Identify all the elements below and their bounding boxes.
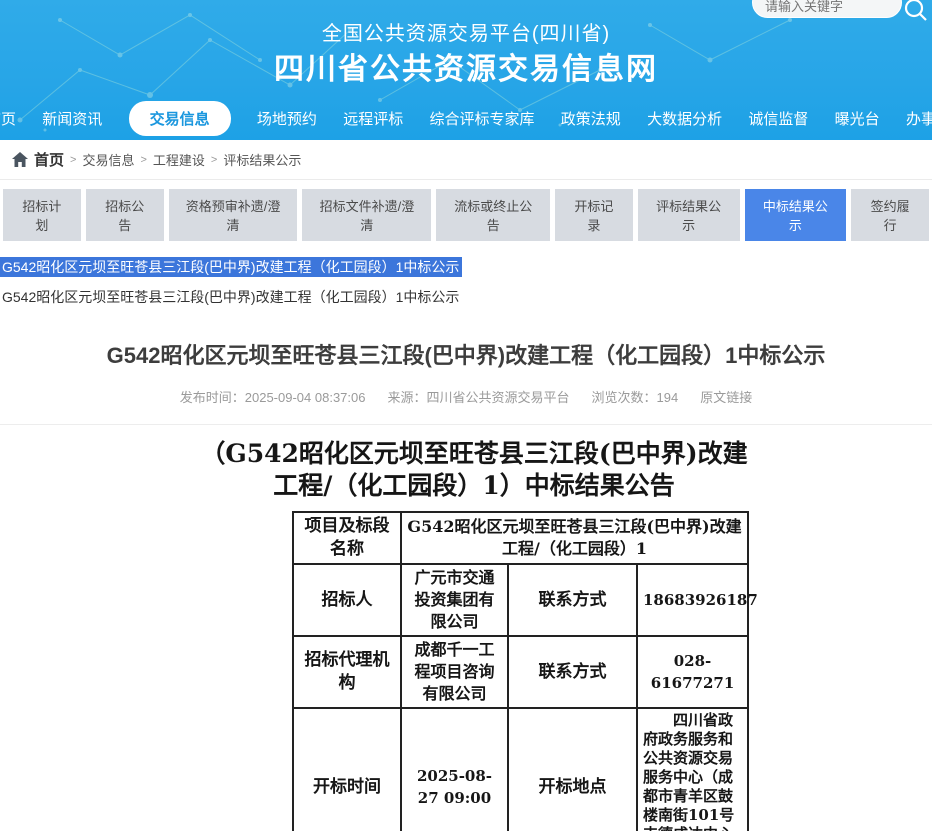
nav-item-integrity[interactable]: 诚信监督 — [748, 108, 808, 129]
nav-item-venue-booking[interactable]: 场地预约 — [257, 108, 317, 129]
search-box[interactable] — [752, 0, 902, 18]
nav-item-news[interactable]: 新闻资讯 — [42, 108, 102, 129]
tab-bidding-plan[interactable]: 招标计划 — [3, 189, 81, 241]
announcement-document: （G542昭化区元坝至旺苍县三江段(巴中界)改建工程/（化工园段）1）中标结果公… — [200, 438, 748, 831]
agency-label: 招标代理机构 — [293, 636, 401, 708]
tab-contract-performance[interactable]: 签约履行 — [851, 189, 929, 241]
nav-item-expert-pool[interactable]: 综合评标专家库 — [429, 108, 534, 129]
site-title: 四川省公共资源交易信息网 — [0, 44, 932, 88]
tab-evaluation-results[interactable]: 评标结果公示 — [638, 189, 740, 241]
tab-prequalification-addendum[interactable]: 资格预审补遗/澄清 — [169, 189, 298, 241]
table-row: 开标时间 2025-08-27 09:00 开标地点 四川省政府政务服务和公共资… — [293, 708, 748, 831]
opening-time-value: 2025-08-27 09:00 — [401, 708, 508, 831]
table-row: 招标人 广元市交通投资集团有限公司 联系方式 18683926187 — [293, 564, 748, 636]
home-icon — [12, 152, 28, 167]
view-count: 浏览次数：194 — [592, 387, 679, 406]
agency-contact-value: 028-61677271 — [637, 636, 748, 708]
breadcrumb-trade-info[interactable]: 交易信息 — [82, 150, 134, 169]
category-tabs: 招标计划 招标公告 资格预审补遗/澄清 招标文件补遗/澄清 流标或终止公告 开标… — [3, 189, 929, 241]
breadcrumb: 首页 > 交易信息 > 工程建设 > 评标结果公示 — [0, 140, 932, 180]
tab-bidding-announcement[interactable]: 招标公告 — [86, 189, 164, 241]
tab-bid-document-addendum[interactable]: 招标文件补遗/澄清 — [302, 189, 431, 241]
opening-place-label: 开标地点 — [508, 708, 637, 831]
table-row: 项目及标段名称 G542昭化区元坝至旺苍县三江段(巴中界)改建工程/（化工园段）… — [293, 512, 748, 564]
project-name-value: G542昭化区元坝至旺苍县三江段(巴中界)改建工程/（化工园段）1 — [401, 512, 748, 564]
page: { "colors": { "header_blue": "#27a5e7", … — [0, 0, 932, 831]
breadcrumb-evaluation-results[interactable]: 评标结果公示 — [223, 150, 301, 169]
breadcrumb-separator: > — [211, 154, 217, 166]
nav-item-remote-evaluation[interactable]: 远程评标 — [343, 108, 403, 129]
publish-time: 发布时间：2025-09-04 08:37:06 — [180, 387, 366, 406]
breadcrumb-separator: > — [140, 154, 146, 166]
list-item[interactable]: G542昭化区元坝至旺苍县三江段(巴中界)改建工程（化工园段）1中标公示 — [0, 287, 932, 307]
tab-bid-opening-record[interactable]: 开标记录 — [555, 189, 633, 241]
search-input[interactable] — [765, 0, 885, 15]
contact-value: 18683926187 — [637, 564, 748, 636]
site-subtitle: 全国公共资源交易平台(四川省) — [0, 17, 932, 46]
page-title: G542昭化区元坝至旺苍县三江段(巴中界)改建工程（化工园段）1中标公示 — [0, 338, 932, 370]
result-list: G542昭化区元坝至旺苍县三江段(巴中界)改建工程（化工园段）1中标公示 G54… — [0, 257, 932, 307]
site-header: 全国公共资源交易平台(四川省) 四川省公共资源交易信息网 首页 新闻资讯 交易信… — [0, 0, 932, 140]
tenderer-label: 招标人 — [293, 564, 401, 636]
breadcrumb-engineering[interactable]: 工程建设 — [153, 150, 205, 169]
nav-item-trade-info[interactable]: 交易信息 — [129, 101, 231, 136]
nav-item-home[interactable]: 首页 — [0, 108, 16, 129]
opening-place-value: 四川省政府政务服务和公共资源交易服务中心（成都市青羊区鼓楼南街101号丰德成达中… — [637, 708, 748, 831]
table-row: 招标代理机构 成都千一工程项目咨询有限公司 联系方式 028-61677271 — [293, 636, 748, 708]
nav-item-big-data[interactable]: 大数据分析 — [647, 108, 722, 129]
list-item-selected[interactable]: G542昭化区元坝至旺苍县三江段(巴中界)改建工程（化工园段）1中标公示 — [0, 257, 462, 277]
document-title: （G542昭化区元坝至旺苍县三江段(巴中界)改建工程/（化工园段）1）中标结果公… — [200, 438, 748, 502]
source: 来源：四川省公共资源交易平台 — [387, 387, 569, 406]
tab-failed-or-terminated[interactable]: 流标或终止公告 — [436, 189, 550, 241]
contact-label: 联系方式 — [508, 564, 637, 636]
opening-time-label: 开标时间 — [293, 708, 401, 831]
breadcrumb-separator: > — [70, 154, 76, 166]
agency-value: 成都千一工程项目咨询有限公司 — [401, 636, 508, 708]
article-header: G542昭化区元坝至旺苍县三江段(巴中界)改建工程（化工园段）1中标公示 发布时… — [0, 338, 932, 425]
nav-item-policies[interactable]: 政策法规 — [561, 108, 621, 129]
main-nav: 首页 新闻资讯 交易信息 场地预约 远程评标 综合评标专家库 政策法规 大数据分… — [0, 97, 932, 140]
agency-contact-label: 联系方式 — [508, 636, 637, 708]
article-meta: 发布时间：2025-09-04 08:37:06 来源：四川省公共资源交易平台 … — [0, 387, 932, 406]
tenderer-value: 广元市交通投资集团有限公司 — [401, 564, 508, 636]
project-name-label: 项目及标段名称 — [293, 512, 401, 564]
original-link[interactable]: 原文链接 — [700, 387, 752, 406]
tab-award-results[interactable]: 中标结果公示 — [745, 189, 847, 241]
nav-item-exposure[interactable]: 曝光台 — [835, 108, 880, 129]
award-result-table: 项目及标段名称 G542昭化区元坝至旺苍县三江段(巴中界)改建工程/（化工园段）… — [292, 511, 749, 831]
nav-item-services[interactable]: 办事服务 — [906, 108, 932, 129]
breadcrumb-home[interactable]: 首页 — [34, 149, 64, 170]
